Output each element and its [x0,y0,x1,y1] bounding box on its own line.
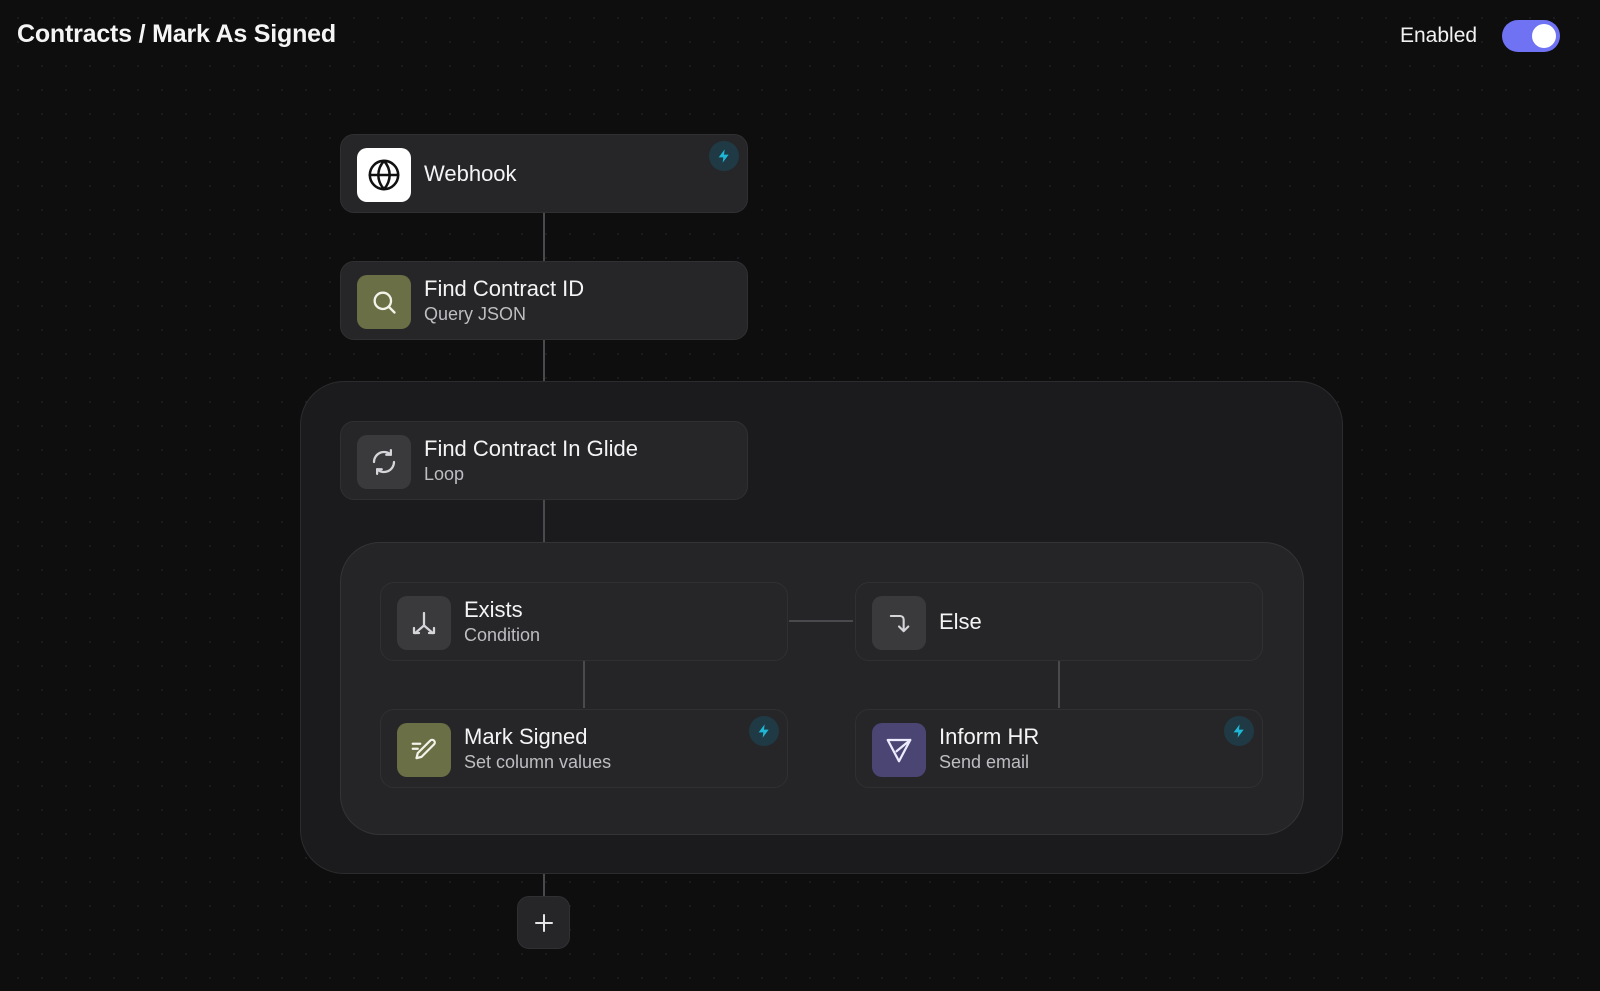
node-title: Inform HR [939,723,1040,749]
node-subtitle: Query JSON [424,303,527,324]
node-text: Webhook [424,135,517,212]
connector-line [543,500,545,542]
find-contract-in-glide-node[interactable]: Find Contract In Glide Loop [340,421,748,500]
connector-line [583,661,585,708]
node-subtitle: Set column values [464,751,612,772]
connector-line [543,874,545,896]
node-title: Else [939,608,982,634]
trigger-bolt-icon [709,141,739,171]
loop-icon [357,435,411,489]
toggle-knob [1532,24,1556,48]
mark-signed-node[interactable]: Mark Signed Set column values [380,709,788,788]
node-title: Find Contract In Glide [424,435,638,461]
edit-icon [397,723,451,777]
find-contract-id-node[interactable]: Find Contract ID Query JSON [340,261,748,340]
branch-icon [397,596,451,650]
node-text: Inform HR Send email [939,710,1039,787]
inform-hr-node[interactable]: Inform HR Send email [855,709,1263,788]
else-node[interactable]: Else [855,582,1263,661]
page-title: Contracts / Mark As Signed [17,20,336,48]
node-subtitle: Send email [939,751,1030,772]
node-text: Find Contract ID Query JSON [424,262,584,339]
webhook-node[interactable]: Webhook [340,134,748,213]
node-subtitle: Condition [464,624,541,645]
node-text: Else [939,583,982,660]
connector-line [543,213,545,261]
send-icon [872,723,926,777]
enabled-toggle[interactable] [1502,20,1560,52]
node-title: Find Contract ID [424,275,585,301]
trigger-bolt-icon [749,716,779,746]
plus-icon [534,913,553,932]
connector-line [789,620,853,622]
node-title: Exists [464,596,523,622]
search-icon [357,275,411,329]
node-subtitle: Loop [424,463,465,484]
connector-line [543,340,545,382]
node-title: Mark Signed [464,723,588,749]
trigger-bolt-icon [1224,716,1254,746]
node-title: Webhook [424,160,517,186]
node-text: Find Contract In Glide Loop [424,422,638,499]
node-text: Exists Condition [464,583,540,660]
globe-icon [357,148,411,202]
enabled-label: Enabled [1400,24,1478,47]
turn-down-icon [872,596,926,650]
add-step-button[interactable] [517,896,570,949]
exists-node[interactable]: Exists Condition [380,582,788,661]
node-text: Mark Signed Set column values [464,710,611,787]
connector-line [1058,661,1060,708]
